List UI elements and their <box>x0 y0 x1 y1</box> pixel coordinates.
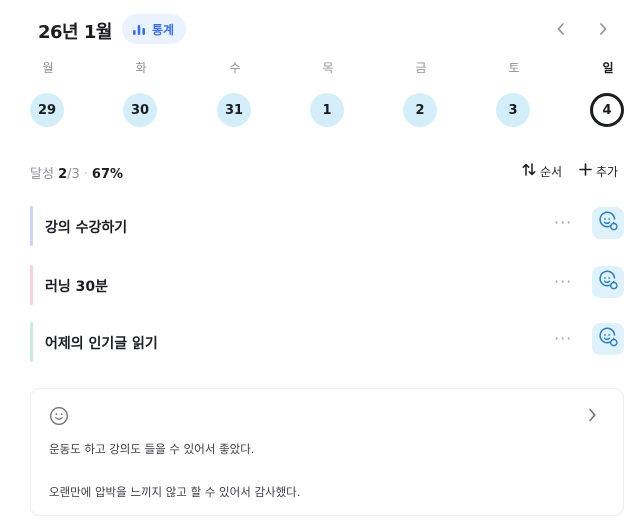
add-label: 추가 <box>596 165 619 179</box>
day-tue[interactable]: 화 30 <box>123 60 159 127</box>
habit-item[interactable]: 러닝 30분 ··· <box>30 264 626 306</box>
mood-check-button[interactable] <box>592 323 624 355</box>
chevron-right-icon[interactable] <box>587 407 597 426</box>
day-label: 화 <box>135 61 147 75</box>
stats-label: 통계 <box>152 22 175 37</box>
progress-total: /3 <box>67 167 80 182</box>
day-label: 수 <box>229 61 241 75</box>
day-date: 1 <box>310 93 344 127</box>
day-fri[interactable]: 금 2 <box>403 60 439 127</box>
progress-text: 달성 2/3 · 67% <box>30 163 123 182</box>
prev-week-button[interactable] <box>550 18 572 40</box>
mood-check-button[interactable] <box>592 266 624 298</box>
sort-button[interactable]: 순서 <box>522 163 562 180</box>
smiley-icon <box>49 406 69 430</box>
stats-button[interactable]: 통계 <box>122 14 187 44</box>
habit-name: 어제의 인기글 읽기 <box>45 336 158 352</box>
bar-chart-icon <box>132 23 146 36</box>
day-sat[interactable]: 토 3 <box>496 60 532 127</box>
smiley-check-icon <box>597 326 619 352</box>
habit-item[interactable]: 어제의 인기글 읽기 ··· <box>30 321 626 363</box>
habit-card: 26년 1월 통계 월 29 화 30 수 31 목 1 금 2 토 3 일 4… <box>0 0 643 529</box>
chevron-right-icon <box>598 20 608 39</box>
sort-label: 순서 <box>540 165 563 179</box>
day-sun-today[interactable]: 일 4 <box>590 60 626 127</box>
calendar-header: 26년 1월 통계 <box>38 14 643 44</box>
habit-color-bar <box>30 265 33 305</box>
day-date: 3 <box>496 93 530 127</box>
habit-name: 강의 수강하기 <box>45 220 128 236</box>
more-icon[interactable]: ··· <box>554 213 572 232</box>
week-strip: 월 29 화 30 수 31 목 1 금 2 토 3 일 4 <box>30 60 630 130</box>
progress-separator: · <box>83 167 88 182</box>
day-wed[interactable]: 수 31 <box>217 60 253 127</box>
plus-icon <box>579 163 592 180</box>
day-thu[interactable]: 목 1 <box>310 60 346 127</box>
habit-item[interactable]: 강의 수강하기 ··· <box>30 205 626 247</box>
habit-name: 러닝 30분 <box>45 279 108 295</box>
day-label: 월 <box>42 61 54 75</box>
day-date: 2 <box>403 93 437 127</box>
day-label: 금 <box>415 61 427 75</box>
progress-label: 달성 <box>30 167 54 182</box>
habit-color-bar <box>30 322 33 362</box>
next-week-button[interactable] <box>592 18 614 40</box>
sort-arrows-icon <box>522 163 536 180</box>
day-label: 토 <box>508 61 520 75</box>
day-mon[interactable]: 월 29 <box>30 60 66 127</box>
diary-card[interactable]: 운동도 하고 강의도 들을 수 있어서 좋았다. 오랜만에 압박을 느끼지 않고… <box>30 388 624 516</box>
more-icon[interactable]: ··· <box>554 329 572 348</box>
summary-row: 달성 2/3 · 67% 순서 추가 <box>30 163 630 182</box>
mood-check-button[interactable] <box>592 207 624 239</box>
chevron-left-icon <box>556 20 566 39</box>
smiley-check-icon <box>597 269 619 295</box>
habit-color-bar <box>30 206 33 246</box>
day-date: 31 <box>217 93 251 127</box>
day-date: 30 <box>123 93 157 127</box>
day-label: 목 <box>322 61 334 75</box>
smiley-check-icon <box>597 210 619 236</box>
month-title: 26년 1월 <box>38 22 112 43</box>
more-icon[interactable]: ··· <box>554 272 572 291</box>
day-date: 29 <box>30 93 64 127</box>
diary-line: 오랜만에 압박을 느끼지 않고 할 수 있어서 감사했다. <box>49 485 301 499</box>
add-habit-button[interactable]: 추가 <box>579 163 618 180</box>
day-date: 4 <box>590 93 624 127</box>
diary-line: 운동도 하고 강의도 들을 수 있어서 좋았다. <box>49 442 255 456</box>
progress-done: 2 <box>58 167 68 182</box>
day-label: 일 <box>602 61 614 75</box>
progress-percent: 67% <box>91 167 124 182</box>
